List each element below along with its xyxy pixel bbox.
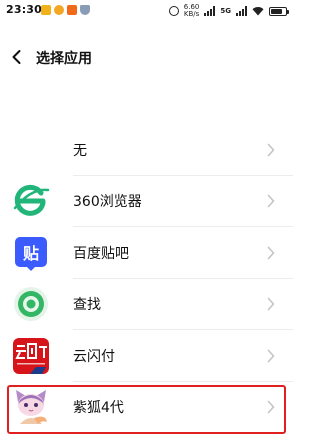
net-speed-unit: KB/s [183, 10, 200, 18]
chevron-right-icon [267, 400, 275, 414]
baidu-tieba-icon: 贴 [15, 236, 47, 271]
app-row-360-browser[interactable]: 360浏览器 [0, 176, 293, 227]
back-arrow-icon[interactable] [8, 48, 26, 66]
notification-icon-shop [67, 5, 77, 15]
notification-icon-mail [41, 5, 51, 15]
app-bar: 选择应用 [0, 40, 293, 74]
find-icon [14, 287, 48, 322]
page-title: 选择应用 [36, 51, 92, 67]
signal-1-icon [204, 6, 216, 16]
status-right-group: 6.60 KB/s 5G [168, 2, 289, 20]
app-label: 查找 [73, 297, 101, 314]
app-label: 云闪付 [73, 348, 115, 365]
chevron-right-icon [267, 194, 275, 208]
alarm-icon [168, 6, 179, 16]
status-bar: 23:30 6.60 KB/s 5G [0, 0, 293, 22]
app-list: 无 360浏览器 贴 百度贴吧 查找 云闪付 紫狐4代 [0, 124, 293, 434]
360-browser-icon [13, 185, 50, 217]
app-row-baidu-tieba[interactable]: 贴 百度贴吧 [0, 227, 293, 279]
app-row-unionpay[interactable]: 云闪付 [0, 330, 293, 382]
network-type: 5G [220, 6, 231, 15]
app-label: 360浏览器 [73, 194, 142, 211]
app-label: 紫狐4代 [73, 400, 124, 417]
chevron-right-icon [267, 143, 275, 157]
chevron-right-icon [267, 246, 275, 260]
fox-avatar-icon [16, 390, 47, 425]
battery-icon [269, 6, 289, 16]
notification-icon-shield [80, 5, 90, 15]
status-time: 23:30 [6, 3, 43, 16]
signal-2-icon [236, 6, 247, 16]
svg-text:贴: 贴 [23, 244, 39, 263]
app-row-find[interactable]: 查找 [0, 279, 293, 330]
app-row-zihu-4[interactable]: 紫狐4代 [0, 382, 293, 434]
wifi-icon [252, 7, 264, 16]
notification-icon-app [54, 5, 64, 15]
net-speed: 6.60 KB/s [184, 4, 200, 18]
unionpay-quickpass-icon [13, 337, 49, 374]
chevron-right-icon [267, 349, 275, 363]
app-label: 百度贴吧 [73, 245, 129, 262]
chevron-right-icon [267, 297, 275, 311]
app-row-none[interactable]: 无 [0, 124, 293, 176]
app-label: 无 [73, 142, 87, 159]
